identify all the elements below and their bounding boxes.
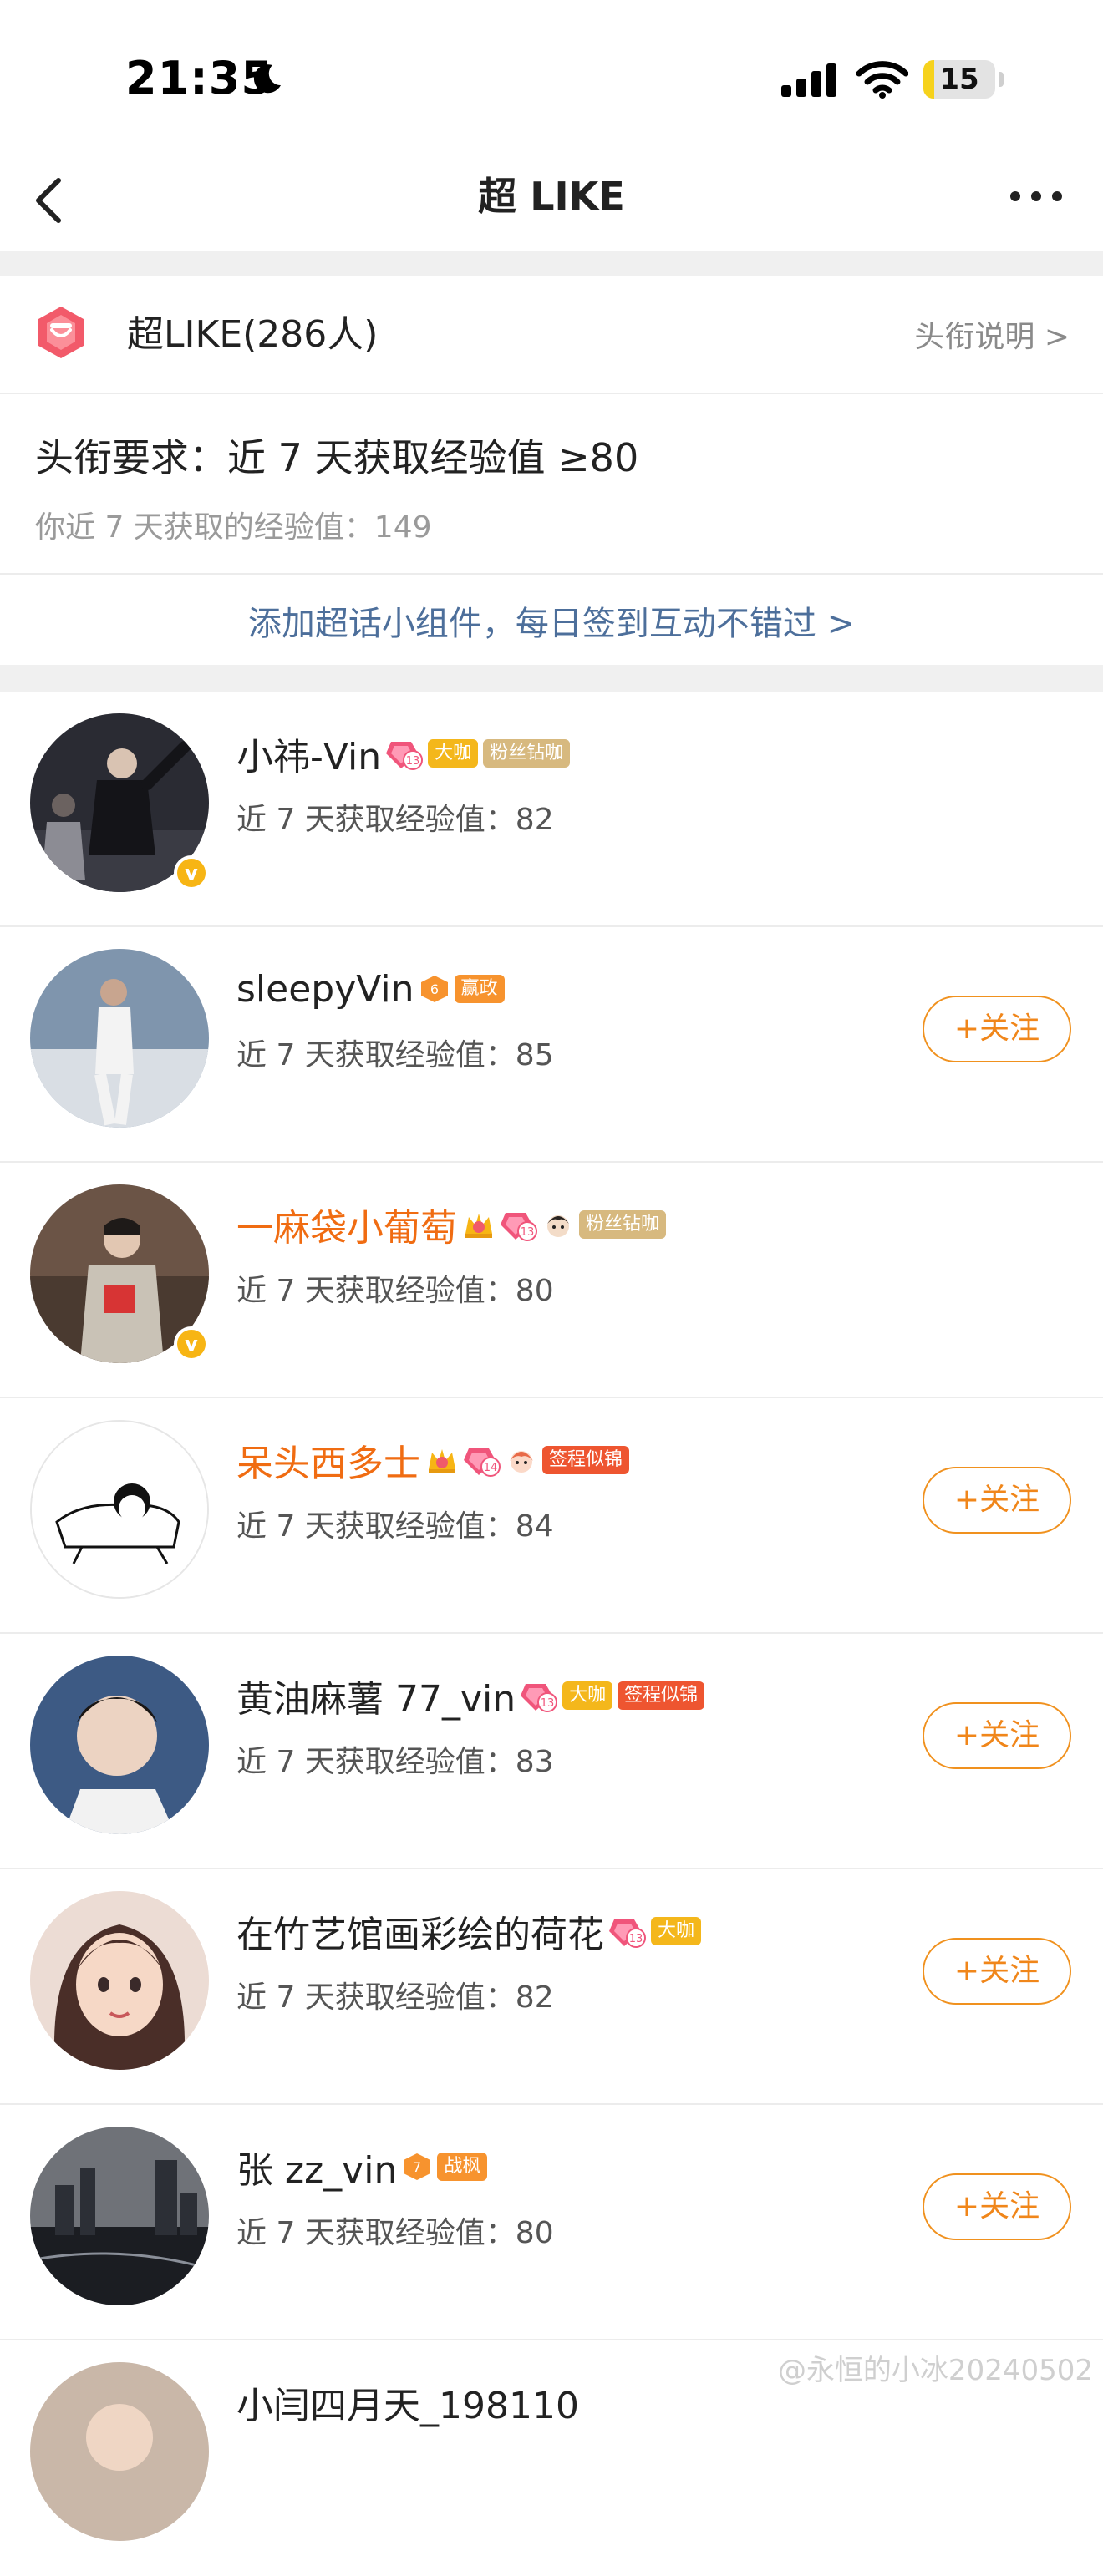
follow-button[interactable]: +关注 — [923, 1702, 1071, 1769]
name-line: 张 zz_vin 7 战枫 — [236, 2140, 488, 2193]
user-name[interactable]: 小闫四月天_198110 — [236, 2376, 579, 2429]
list-item[interactable]: v 小祎-Vin 13 大咖 粉丝钻咖 近 7 天获取经验值：82 — [0, 692, 1103, 927]
svg-text:6: 6 — [430, 981, 438, 997]
moon-icon — [253, 64, 281, 94]
name-line: 在竹艺馆画彩绘的荷花 13 大咖 — [236, 1904, 702, 1958]
user-name[interactable]: 小祎-Vin — [236, 727, 381, 780]
crown-icon — [465, 1214, 492, 1238]
battery-level: 15 — [939, 63, 979, 96]
user-tag: 大咖 — [562, 1681, 613, 1710]
exp-value: 近 7 天获取经验值：84 — [236, 1509, 554, 1544]
watermark: @永恒的小冰20240502 — [777, 2354, 1093, 2387]
page-title: 超 LIKE — [478, 174, 625, 219]
divider — [0, 573, 1103, 575]
cartoon-face-icon — [547, 1215, 569, 1237]
cartoon-girl-icon — [510, 1451, 533, 1473]
signal-icon — [781, 63, 836, 97]
avatar[interactable] — [30, 1891, 209, 2070]
verified-badge-icon: v — [174, 1326, 209, 1362]
follow-button[interactable]: +关注 — [923, 1467, 1071, 1534]
status-bar: 21:35 15 — [0, 0, 1103, 150]
battery-cap — [999, 72, 1004, 87]
level-badge-icon: 13 — [609, 1919, 646, 1948]
exp-value: 近 7 天获取经验值：82 — [236, 1980, 554, 2015]
wifi-icon — [856, 61, 908, 99]
avatar[interactable] — [30, 1656, 209, 1834]
user-name[interactable]: sleepyVin — [236, 968, 414, 1011]
avatar[interactable] — [30, 949, 209, 1128]
user-tag: 大咖 — [428, 739, 479, 768]
exp-value: 近 7 天获取经验值：83 — [236, 1745, 554, 1779]
list-item[interactable]: 呆头西多士 14 签程似锦 近 7 天获取经验值：84 +关注 — [0, 1398, 1103, 1634]
super-like-badge-icon — [38, 307, 84, 358]
avatar[interactable] — [30, 2362, 209, 2541]
my-exp-value: 你近 7 天获取的经验值：149 — [35, 510, 432, 545]
user-tag: 签程似锦 — [618, 1681, 705, 1710]
title-explanation-link[interactable]: 头衔说明 > — [914, 312, 1070, 356]
section-gap — [0, 665, 1103, 692]
name-line: 黄油麻薯 77_vin 13 大咖 签程似锦 — [236, 1669, 705, 1722]
name-line: 小闫四月天_198110 — [236, 2377, 579, 2427]
user-tag: 战枫 — [437, 2153, 488, 2181]
title-requirement: 头衔要求：近 7 天获取经验值 ≥80 — [35, 435, 639, 480]
svg-text:7: 7 — [413, 2159, 421, 2175]
svg-text:13: 13 — [629, 1933, 643, 1945]
divider — [0, 393, 1103, 394]
svg-text:14: 14 — [484, 1462, 498, 1474]
user-name[interactable]: 黄油麻薯 77_vin — [236, 1669, 516, 1722]
follow-button[interactable]: +关注 — [923, 996, 1071, 1062]
super-like-header: 超LIKE(286人) 头衔说明 > — [0, 276, 1103, 393]
level-badge-icon: 6 — [420, 976, 448, 1002]
user-name[interactable]: 张 zz_vin — [236, 2140, 397, 2193]
svg-text:13: 13 — [521, 1226, 535, 1239]
name-line: 呆头西多士 14 签程似锦 — [236, 1433, 630, 1487]
name-line: 一麻袋小葡萄 13 粉丝钻咖 — [236, 1198, 667, 1251]
name-line: sleepyVin 6 赢政 — [236, 964, 505, 1014]
avatar[interactable] — [30, 1420, 209, 1599]
follow-button[interactable]: +关注 — [923, 2173, 1071, 2240]
list-item[interactable]: 在竹艺馆画彩绘的荷花 13 大咖 近 7 天获取经验值：82 +关注 — [0, 1869, 1103, 2105]
user-tag: 签程似锦 — [542, 1446, 630, 1474]
list-item[interactable]: sleepyVin 6 赢政 近 7 天获取经验值：85 +关注 — [0, 927, 1103, 1163]
list-item[interactable]: v 一麻袋小葡萄 13 粉丝钻咖 近 7 天获取经验值：80 — [0, 1163, 1103, 1398]
user-tag: 赢政 — [454, 975, 505, 1003]
crown-icon — [429, 1449, 455, 1473]
exp-value: 近 7 天获取经验值：80 — [236, 2216, 554, 2250]
user-tag: 粉丝钻咖 — [483, 739, 571, 768]
svg-text:13: 13 — [541, 1697, 555, 1710]
user-name[interactable]: 一麻袋小葡萄 — [236, 1198, 457, 1251]
level-badge-icon: 13 — [521, 1684, 558, 1712]
add-widget-link[interactable]: 添加超话小组件，每日签到互动不错过 > — [0, 596, 1103, 645]
list-item[interactable]: 张 zz_vin 7 战枫 近 7 天获取经验值：80 +关注 — [0, 2105, 1103, 2340]
user-tag: 大咖 — [651, 1917, 702, 1945]
nav-bar: 超 LIKE — [0, 150, 1103, 251]
more-icon[interactable] — [1007, 184, 1065, 209]
exp-value: 近 7 天获取经验值：80 — [236, 1274, 554, 1308]
level-badge-icon: 13 — [501, 1213, 537, 1241]
user-name[interactable]: 呆头西多士 — [236, 1433, 420, 1487]
list-item[interactable]: 黄油麻薯 77_vin 13 大咖 签程似锦 近 7 天获取经验值：83 +关注 — [0, 1634, 1103, 1869]
level-badge-icon: 13 — [386, 742, 424, 770]
section-gap — [0, 251, 1103, 276]
exp-value: 近 7 天获取经验值：85 — [236, 1038, 554, 1072]
avatar[interactable] — [30, 2127, 209, 2305]
follow-button[interactable]: +关注 — [923, 1938, 1071, 2005]
exp-value: 近 7 天获取经验值：82 — [236, 803, 554, 837]
svg-text:13: 13 — [406, 755, 420, 768]
user-tag: 粉丝钻咖 — [579, 1210, 667, 1239]
name-line: 小祎-Vin 13 大咖 粉丝钻咖 — [236, 727, 571, 780]
verified-badge-icon: v — [174, 855, 209, 890]
user-name[interactable]: 在竹艺馆画彩绘的荷花 — [236, 1904, 604, 1958]
battery-indicator: 15 — [923, 60, 995, 99]
super-like-count: 超LIKE(286人) — [127, 313, 379, 356]
level-badge-icon: 14 — [464, 1448, 501, 1477]
level-badge-icon: 7 — [404, 2153, 431, 2180]
